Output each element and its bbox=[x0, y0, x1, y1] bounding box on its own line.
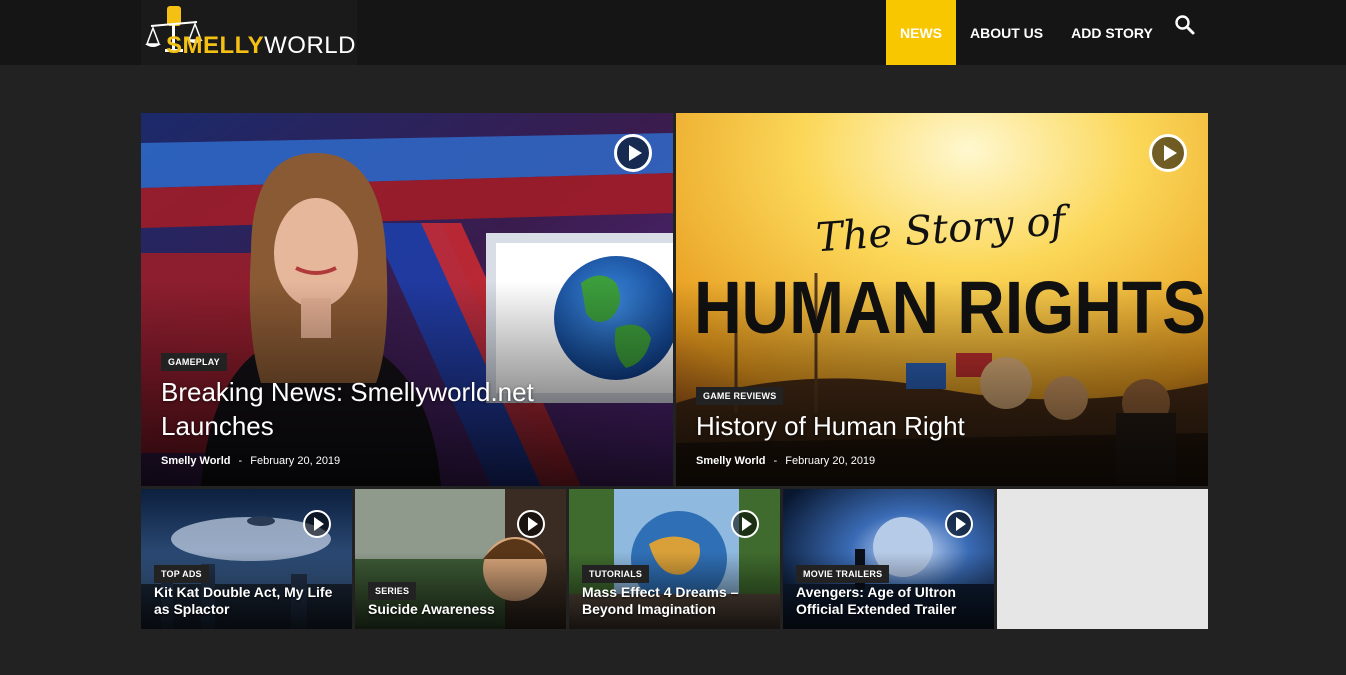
play-icon[interactable] bbox=[303, 510, 331, 538]
search-icon[interactable] bbox=[1174, 14, 1196, 36]
post-title-line2: Official Extended Trailer bbox=[796, 601, 957, 617]
main-nav: NEWS ABOUT US ADD STORY bbox=[886, 0, 1167, 65]
post-title-line1: Kit Kat Double Act, My Life bbox=[154, 584, 333, 600]
empty-placeholder-tile bbox=[997, 489, 1208, 629]
category-badge[interactable]: GAMEPLAY bbox=[161, 353, 227, 371]
post-author[interactable]: Smelly World bbox=[161, 455, 230, 467]
post-title-line2: as Splactor bbox=[154, 601, 230, 617]
post-meta: Smelly World - February 20, 2019 bbox=[161, 455, 340, 467]
nav-add-story[interactable]: ADD STORY bbox=[1057, 0, 1167, 65]
post-tile-avengers[interactable]: MOVIE TRAILERS Avengers: Age of Ultron O… bbox=[783, 489, 994, 629]
play-icon[interactable] bbox=[731, 510, 759, 538]
play-icon[interactable] bbox=[517, 510, 545, 538]
play-icon[interactable] bbox=[1149, 134, 1187, 172]
nav-news[interactable]: NEWS bbox=[886, 0, 956, 65]
post-title[interactable]: Suicide Awareness bbox=[368, 601, 563, 618]
post-title-line2: Launches bbox=[161, 411, 274, 441]
play-icon[interactable] bbox=[614, 134, 652, 172]
post-tile-mass-effect[interactable]: TUTORIALS Mass Effect 4 Dreams – Beyond … bbox=[569, 489, 780, 629]
post-title[interactable]: History of Human Right bbox=[696, 409, 1196, 443]
featured-post-human-rights[interactable]: The Story of HUMAN RIGHTS GAME REVIEWS H… bbox=[676, 113, 1208, 486]
post-title[interactable]: Avengers: Age of Ultron Official Extende… bbox=[796, 584, 991, 618]
post-title-line1: Breaking News: Smellyworld.net bbox=[161, 377, 534, 407]
meta-separator: - bbox=[773, 455, 778, 467]
site-logo[interactable]: SMELLYWORLD bbox=[141, 0, 357, 65]
post-date: February 20, 2019 bbox=[250, 455, 341, 467]
post-date: February 20, 2019 bbox=[785, 455, 876, 467]
post-title[interactable]: Mass Effect 4 Dreams – Beyond Imaginatio… bbox=[582, 584, 777, 618]
play-icon[interactable] bbox=[945, 510, 973, 538]
logo-text: SMELLYWORLD bbox=[166, 32, 356, 59]
post-tile-kit-kat[interactable]: TOP ADS Kit Kat Double Act, My Life as S… bbox=[141, 489, 352, 629]
category-badge[interactable]: GAME REVIEWS bbox=[696, 387, 784, 405]
category-badge[interactable]: SERIES bbox=[368, 582, 417, 600]
post-title[interactable]: Breaking News: Smellyworld.net Launches bbox=[161, 375, 661, 443]
post-meta: Smelly World - February 20, 2019 bbox=[696, 455, 875, 467]
post-title-line1: Mass Effect 4 Dreams – bbox=[582, 584, 739, 600]
nav-about-us[interactable]: ABOUT US bbox=[956, 0, 1057, 65]
category-badge[interactable]: TUTORIALS bbox=[582, 565, 650, 583]
post-author[interactable]: Smelly World bbox=[696, 455, 765, 467]
post-title[interactable]: Kit Kat Double Act, My Life as Splactor bbox=[154, 584, 349, 618]
post-title-line1: Avengers: Age of Ultron bbox=[796, 584, 956, 600]
meta-separator: - bbox=[238, 455, 243, 467]
post-tile-suicide-awareness[interactable]: SERIES Suicide Awareness bbox=[355, 489, 566, 629]
post-title-line2: Beyond Imagination bbox=[582, 601, 716, 617]
category-badge[interactable]: TOP ADS bbox=[154, 565, 209, 583]
top-bar: SMELLYWORLD NEWS ABOUT US ADD STORY bbox=[0, 0, 1346, 65]
post-title-line1: Suicide Awareness bbox=[368, 601, 495, 617]
featured-post-breaking-news[interactable]: GAMEPLAY Breaking News: Smellyworld.net … bbox=[141, 113, 673, 486]
category-badge[interactable]: MOVIE TRAILERS bbox=[796, 565, 890, 583]
